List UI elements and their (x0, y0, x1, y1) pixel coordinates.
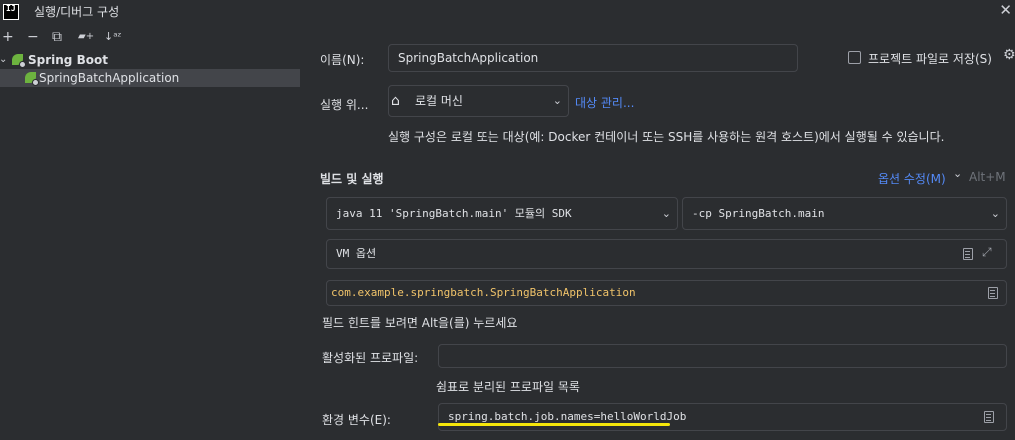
classpath-dropdown[interactable]: -cp SpringBatch.main ⌄ (682, 197, 1007, 230)
name-input[interactable]: SpringBatchApplication (388, 44, 798, 72)
run-on-value: 로컬 머신 (415, 94, 463, 108)
chevron-down-icon: ⌄ (552, 94, 562, 107)
browse-main-class-icon[interactable] (988, 287, 998, 299)
classpath-value: -cp SpringBatch.main (692, 207, 825, 220)
configuration-form: 이름(N): SpringBatchApplication 프로젝트 파일로 저… (302, 24, 1015, 440)
spring-boot-icon (25, 72, 39, 86)
sort-configurations-button[interactable]: ↓ᵃᶻ (104, 28, 122, 46)
env-vars-value: spring.batch.job.names=helloWorldJob (448, 410, 687, 423)
env-vars-input[interactable]: spring.batch.job.names=helloWorldJob (438, 403, 1007, 431)
edit-env-vars-icon[interactable] (984, 411, 994, 423)
configurations-panel: + − ⧉ ▰+ ↓ᵃᶻ ⌄ Spring Boot SpringBatchAp… (0, 24, 302, 440)
run-on-dropdown[interactable]: ⌂ 로컬 머신 ⌄ (388, 85, 569, 117)
chevron-down-icon[interactable]: ⌄ (0, 51, 7, 69)
env-vars-label: 환경 변수(E): (322, 413, 391, 427)
vm-options-input[interactable]: VM 옵션 (326, 239, 1007, 269)
profiles-hint: 쉼표로 분리된 프로파일 목록 (436, 380, 580, 394)
intellij-logo-icon: IJ (3, 4, 19, 20)
vm-options-placeholder: VM 옵션 (336, 247, 377, 260)
spring-boot-icon (12, 54, 26, 68)
jdk-value: java 11 'SpringBatch.main' 모듈의 SDK (336, 207, 572, 220)
title-bar: IJ 실행/디버그 구성 ✕ (0, 0, 1015, 24)
run-on-hint: 실행 구성은 로컬 또는 대상(예: Docker 컨테이너 또는 SSH를 사… (388, 130, 945, 144)
add-configuration-button[interactable]: + (2, 28, 14, 46)
modify-options-link[interactable]: 옵션 수정(M) (878, 170, 946, 187)
chevron-down-icon: ⌄ (661, 207, 671, 220)
copy-configuration-button[interactable]: ⧉ (52, 28, 62, 46)
build-run-section-title: 빌드 및 실행 (320, 172, 384, 186)
field-hint: 필드 힌트를 보려면 Alt을(를) 누르세요 (322, 316, 518, 330)
active-profiles-label: 활성화된 프로파일: (322, 351, 419, 365)
expand-icon[interactable]: ⤢ (982, 245, 992, 260)
chevron-down-icon: ⌄ (990, 207, 1000, 220)
chevron-down-icon[interactable]: ⌄ (953, 167, 962, 180)
close-icon[interactable]: ✕ (999, 1, 1012, 19)
tree-item-spring-batch-application[interactable]: SpringBatchApplication (0, 69, 300, 87)
window-title: 실행/디버그 구성 (34, 5, 120, 19)
home-icon: ⌂ (391, 93, 400, 109)
tree-group-label: Spring Boot (28, 53, 108, 67)
highlight-underline (438, 423, 670, 426)
configurations-toolbar: + − ⧉ ▰+ ↓ᵃᶻ (0, 28, 302, 50)
jdk-dropdown[interactable]: java 11 'SpringBatch.main' 모듈의 SDK ⌄ (326, 197, 678, 230)
gear-icon[interactable]: ⚙ (1003, 47, 1015, 63)
store-as-file-checkbox[interactable] (848, 51, 861, 64)
new-folder-button[interactable]: ▰+ (78, 28, 94, 46)
active-profiles-input[interactable] (438, 344, 1007, 368)
main-class-input[interactable]: com.example.springbatch.SpringBatchAppli… (326, 280, 1007, 306)
tree-group-spring-boot[interactable]: ⌄ Spring Boot (0, 51, 300, 69)
run-on-label: 실행 위... (320, 98, 369, 112)
remove-configuration-button[interactable]: − (27, 28, 39, 46)
store-as-file-label: 프로젝트 파일로 저장(S) (868, 52, 992, 66)
main-class-value: com.example.springbatch.SpringBatchAppli… (331, 286, 636, 299)
tree-item-label: SpringBatchApplication (39, 71, 180, 85)
name-label: 이름(N): (320, 53, 365, 67)
modify-options-shortcut: Alt+M (969, 170, 1006, 184)
manage-targets-link[interactable]: 대상 관리... (575, 94, 634, 111)
expand-text-icon[interactable] (963, 248, 973, 260)
